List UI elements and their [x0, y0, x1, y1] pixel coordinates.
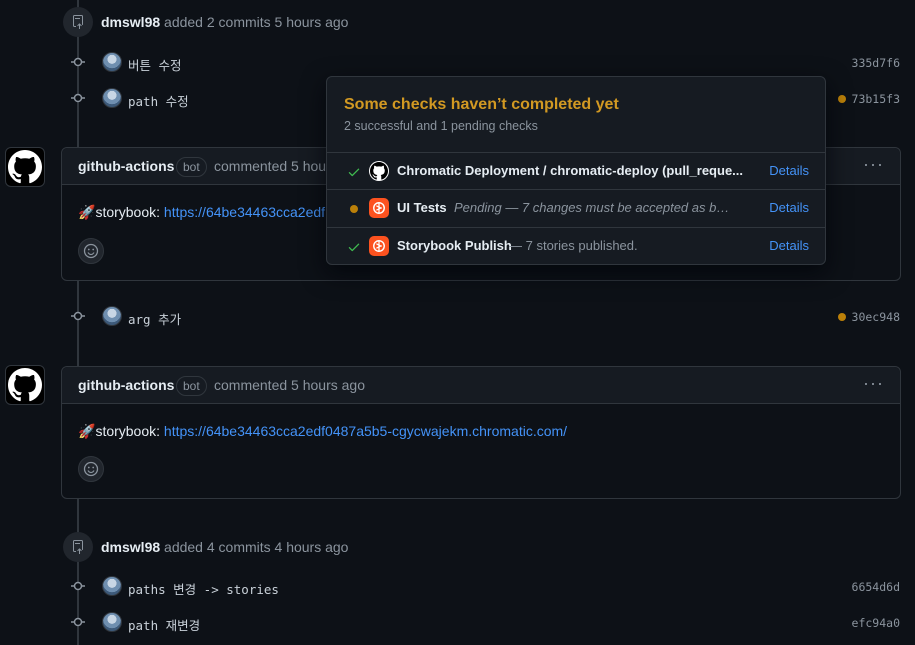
push-event-text: dmswl98 added 2 commits 5 hours ago	[101, 14, 349, 30]
commit-node-icon	[71, 617, 85, 627]
commit-sha[interactable]: 30ec948	[852, 310, 900, 324]
more-options-icon[interactable]: ···	[863, 154, 884, 175]
commit-node-icon	[71, 311, 85, 321]
add-reaction-button[interactable]	[78, 238, 104, 264]
commit-message[interactable]: path 수정	[128, 91, 189, 110]
pending-status-icon[interactable]	[838, 95, 846, 103]
event-author[interactable]: dmswl98	[101, 539, 160, 555]
check-details-link[interactable]: Details	[769, 200, 809, 215]
commit-node-icon	[71, 581, 85, 591]
push-event-icon	[63, 532, 93, 562]
smiley-icon	[83, 461, 99, 477]
rocket-emoji: 🚀	[78, 423, 96, 439]
check-row[interactable]: UI Tests Pending — 7 changes must be acc…	[327, 189, 825, 226]
commit-message[interactable]: arg 추가	[128, 309, 181, 328]
github-actions-avatar[interactable]	[5, 147, 45, 187]
check-name: UI Tests	[397, 200, 447, 215]
avatar[interactable]	[102, 612, 122, 632]
check-success-icon	[348, 243, 360, 252]
add-reaction-button[interactable]	[78, 456, 104, 482]
avatar[interactable]	[102, 88, 122, 108]
commit-node-icon	[71, 57, 85, 67]
push-event-text: dmswl98 added 4 commits 4 hours ago	[101, 539, 349, 555]
checks-popover: Some checks haven’t completed yet 2 succ…	[326, 76, 826, 265]
avatar[interactable]	[102, 52, 122, 72]
check-row[interactable]: Chromatic Deployment / chromatic-deploy …	[327, 152, 825, 189]
comment-timestamp[interactable]: commented 5 hou	[214, 158, 326, 174]
comment-body: 🚀storybook: https://64be34463cca2edf	[78, 204, 326, 220]
bot-badge: bot	[176, 376, 207, 396]
check-name: Chromatic Deployment / chromatic-deploy …	[397, 163, 744, 178]
comment-author[interactable]: github-actions	[78, 158, 174, 174]
github-icon	[369, 161, 389, 181]
check-description: — 7 stories published.	[509, 238, 638, 253]
check-details-link[interactable]: Details	[769, 163, 809, 178]
comment-timestamp[interactable]: commented 5 hours ago	[214, 377, 365, 393]
commit-sha[interactable]: efc94a0	[852, 616, 900, 630]
popover-title: Some checks haven’t completed yet	[344, 96, 619, 113]
storybook-link[interactable]: https://64be34463cca2edf0487a5b5-cgycwaj…	[164, 423, 567, 439]
comment-box: github-actions bot commented 5 hours ago…	[61, 366, 901, 499]
commit-message[interactable]: path 재변경	[128, 615, 200, 634]
commit-sha[interactable]: 73b15f3	[852, 92, 900, 106]
comment-header: github-actions bot commented 5 hours ago…	[62, 367, 900, 404]
check-name: Storybook Publish	[397, 238, 512, 253]
bot-badge: bot	[176, 157, 207, 177]
check-success-icon	[348, 168, 360, 177]
popover-subtitle: 2 successful and 1 pending checks	[344, 119, 538, 133]
check-pending-icon	[347, 202, 361, 216]
avatar[interactable]	[102, 576, 122, 596]
commit-sha[interactable]: 335d7f6	[852, 56, 900, 70]
check-description: Pending — 7 changes must be accepted as …	[454, 200, 734, 215]
storybook-link[interactable]: https://64be34463cca2edf	[164, 204, 325, 220]
pending-status-icon[interactable]	[838, 313, 846, 321]
push-event-icon	[63, 7, 93, 37]
avatar[interactable]	[102, 306, 122, 326]
commit-node-icon	[71, 93, 85, 103]
commit-sha[interactable]: 6654d6d	[852, 580, 900, 594]
comment-body: 🚀storybook: https://64be34463cca2edf0487…	[78, 423, 568, 439]
commit-message[interactable]: 버튼 수정	[128, 55, 182, 74]
github-actions-avatar[interactable]	[5, 365, 45, 405]
comment-author[interactable]: github-actions	[78, 377, 174, 393]
check-row[interactable]: Storybook Publish — 7 stories published.…	[327, 227, 825, 264]
check-details-link[interactable]: Details	[769, 238, 809, 253]
chromatic-icon	[369, 236, 389, 256]
more-options-icon[interactable]: ···	[863, 373, 884, 394]
chromatic-icon	[369, 198, 389, 218]
commit-message[interactable]: paths 변경 -> stories	[128, 579, 279, 598]
event-author[interactable]: dmswl98	[101, 14, 160, 30]
rocket-emoji: 🚀	[78, 204, 96, 220]
smiley-icon	[83, 243, 99, 259]
